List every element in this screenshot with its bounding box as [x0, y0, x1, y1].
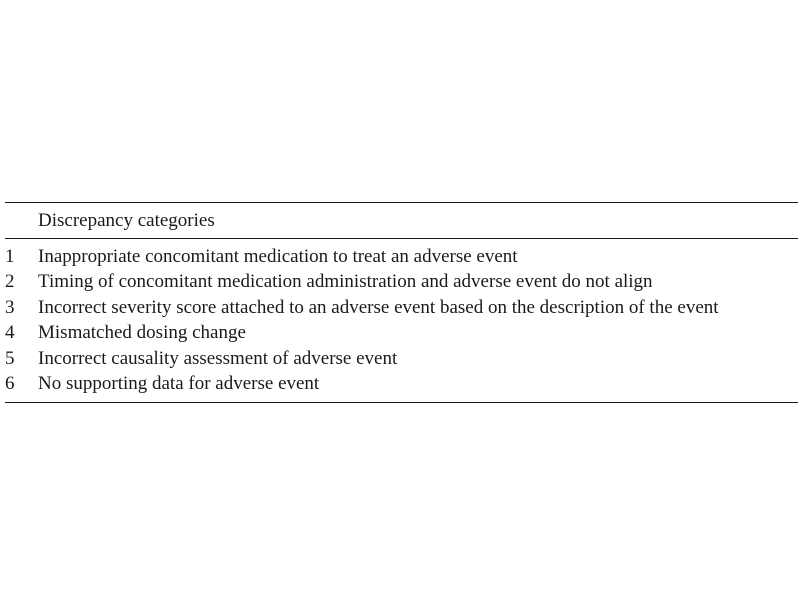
table-header-row: Discrepancy categories — [5, 203, 798, 238]
row-number: 6 — [5, 373, 15, 395]
row-category: Inappropriate concomitant medication to … — [38, 245, 518, 267]
row-category: Incorrect causality assessment of advers… — [38, 347, 398, 369]
table-row: 6 No supporting data for adverse event — [5, 372, 798, 398]
row-number: 5 — [5, 347, 15, 369]
row-category: Incorrect severity score attached to an … — [38, 296, 719, 318]
row-number: 2 — [5, 271, 15, 293]
row-number: 4 — [5, 322, 15, 344]
row-category: No supporting data for adverse event — [38, 373, 320, 395]
row-category: Mismatched dosing change — [38, 322, 246, 344]
row-category: Timing of concomitant medication adminis… — [38, 271, 653, 293]
table-body: 1 Inappropriate concomitant medication t… — [5, 239, 798, 402]
row-number: 3 — [5, 296, 15, 318]
header-category-cell: Discrepancy categories — [38, 209, 215, 231]
table-bottom-rule — [5, 402, 798, 403]
table-row: 4 Mismatched dosing change — [5, 321, 798, 347]
discrepancy-table: Discrepancy categories 1 Inappropriate c… — [5, 202, 798, 403]
row-number: 1 — [5, 245, 15, 267]
table-row: 1 Inappropriate concomitant medication t… — [5, 244, 798, 270]
table-row: 2 Timing of concomitant medication admin… — [5, 270, 798, 296]
table-row: 5 Incorrect causality assessment of adve… — [5, 346, 798, 372]
table-row: 3 Incorrect severity score attached to a… — [5, 295, 798, 321]
